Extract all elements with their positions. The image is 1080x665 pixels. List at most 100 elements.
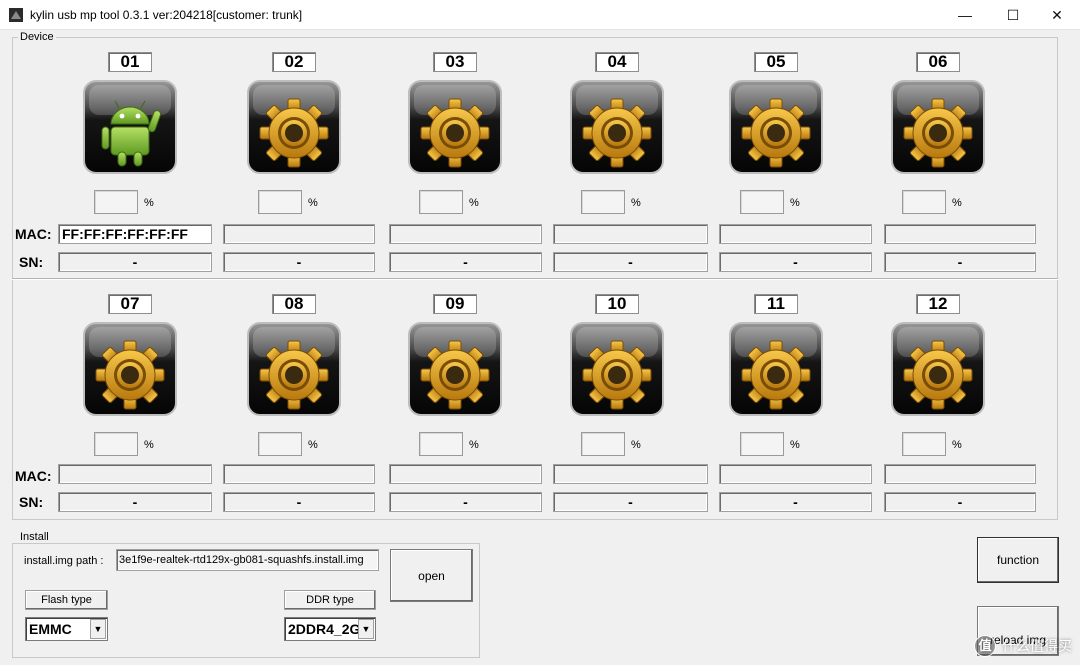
ddr-type-select[interactable]: 2DDR4_2G ▼ [284, 617, 376, 641]
device-group-label: Device [18, 31, 56, 43]
progress-box [740, 432, 784, 456]
gear-icon [729, 322, 823, 416]
slot-number: 10 [595, 294, 639, 314]
sn-field[interactable]: - [719, 252, 872, 272]
app-icon [9, 8, 23, 22]
install-path-field[interactable]: 3e1f9e-realtek-rtd129x-gb081-squashfs.in… [116, 549, 379, 571]
mac-field[interactable] [884, 224, 1036, 244]
mac-field[interactable] [553, 224, 708, 244]
device-slot: 04% [537, 52, 697, 232]
chevron-down-icon[interactable]: ▼ [90, 619, 106, 639]
progress-box [902, 432, 946, 456]
percent-sign: % [631, 197, 641, 209]
install-path-label: install.img path : [24, 555, 104, 567]
progress-box [94, 432, 138, 456]
progress-box [581, 190, 625, 214]
progress-box [581, 432, 625, 456]
mac-field[interactable] [389, 464, 542, 484]
progress-box [740, 190, 784, 214]
progress-box [419, 432, 463, 456]
watermark-badge: 值 [974, 635, 996, 657]
close-icon: ✕ [1051, 6, 1063, 23]
mac-field[interactable] [553, 464, 708, 484]
sn-field[interactable]: - [223, 492, 375, 512]
sn-field[interactable]: - [389, 492, 542, 512]
mac-field[interactable] [389, 224, 542, 244]
gear-icon [247, 80, 341, 174]
device-slot: 03% [375, 52, 535, 232]
device-slot: 07% [50, 294, 210, 474]
close-button[interactable]: ✕ [1034, 0, 1080, 30]
percent-sign: % [144, 197, 154, 209]
title-bar: kylin usb mp tool 0.3.1 ver:204218[custo… [0, 0, 1080, 30]
install-group-label: Install [18, 531, 51, 543]
slot-number: 04 [595, 52, 639, 72]
device-slot: 06% [858, 52, 1018, 232]
percent-sign: % [308, 197, 318, 209]
open-button[interactable]: open [390, 549, 473, 602]
slot-number: 02 [272, 52, 316, 72]
percent-sign: % [952, 197, 962, 209]
maximize-button[interactable]: ☐ [990, 0, 1036, 30]
progress-box [258, 190, 302, 214]
sn-field[interactable]: - [884, 252, 1036, 272]
sn-field[interactable]: - [58, 492, 212, 512]
mac-field[interactable] [884, 464, 1036, 484]
slot-number: 03 [433, 52, 477, 72]
slot-number: 01 [108, 52, 152, 72]
gear-icon [891, 80, 985, 174]
mac-field[interactable] [223, 464, 375, 484]
sn-field[interactable]: - [223, 252, 375, 272]
slot-number: 09 [433, 294, 477, 314]
function-button[interactable]: function [977, 537, 1059, 583]
window-title: kylin usb mp tool 0.3.1 ver:204218[custo… [30, 8, 303, 22]
device-slot: 12% [858, 294, 1018, 474]
sn-field[interactable]: - [58, 252, 212, 272]
percent-sign: % [469, 197, 479, 209]
sn-field[interactable]: - [553, 252, 708, 272]
minimize-icon: — [958, 7, 972, 23]
chevron-down-icon[interactable]: ▼ [358, 619, 374, 639]
device-slot: 09% [375, 294, 535, 474]
gear-icon [570, 80, 664, 174]
mac-label-row2: MAC: [15, 468, 52, 484]
progress-box [258, 432, 302, 456]
flash-type-label: Flash type [25, 590, 108, 610]
percent-sign: % [790, 197, 800, 209]
gear-icon [247, 322, 341, 416]
flash-type-select[interactable]: EMMC ▼ [25, 617, 108, 641]
mac-field[interactable] [719, 224, 872, 244]
mac-field[interactable] [719, 464, 872, 484]
gear-icon [408, 80, 502, 174]
mac-field[interactable] [58, 464, 212, 484]
ddr-type-label: DDR type [284, 590, 376, 610]
slot-number: 07 [108, 294, 152, 314]
gear-icon [729, 80, 823, 174]
sn-label-row2: SN: [19, 494, 44, 510]
sn-field[interactable]: - [719, 492, 872, 512]
sn-field[interactable]: - [389, 252, 542, 272]
flash-type-value: EMMC [29, 621, 72, 637]
progress-box [94, 190, 138, 214]
minimize-button[interactable]: — [942, 0, 988, 30]
slot-number: 06 [916, 52, 960, 72]
percent-sign: % [790, 439, 800, 451]
device-divider [12, 278, 1058, 280]
sn-field[interactable]: - [884, 492, 1036, 512]
device-slot: 10% [537, 294, 697, 474]
device-slot: 01% [50, 52, 210, 232]
gear-icon [83, 322, 177, 416]
mac-field[interactable]: FF:FF:FF:FF:FF:FF [58, 224, 212, 244]
watermark: 值 什么值得买 [974, 635, 1072, 657]
gear-icon [408, 322, 502, 416]
mac-field[interactable] [223, 224, 375, 244]
percent-sign: % [308, 439, 318, 451]
sn-label-row1: SN: [19, 254, 44, 270]
progress-box [902, 190, 946, 214]
gear-icon [891, 322, 985, 416]
sn-field[interactable]: - [553, 492, 708, 512]
slot-number: 05 [754, 52, 798, 72]
percent-sign: % [144, 439, 154, 451]
slot-number: 11 [754, 294, 798, 314]
device-slot: 05% [696, 52, 856, 232]
